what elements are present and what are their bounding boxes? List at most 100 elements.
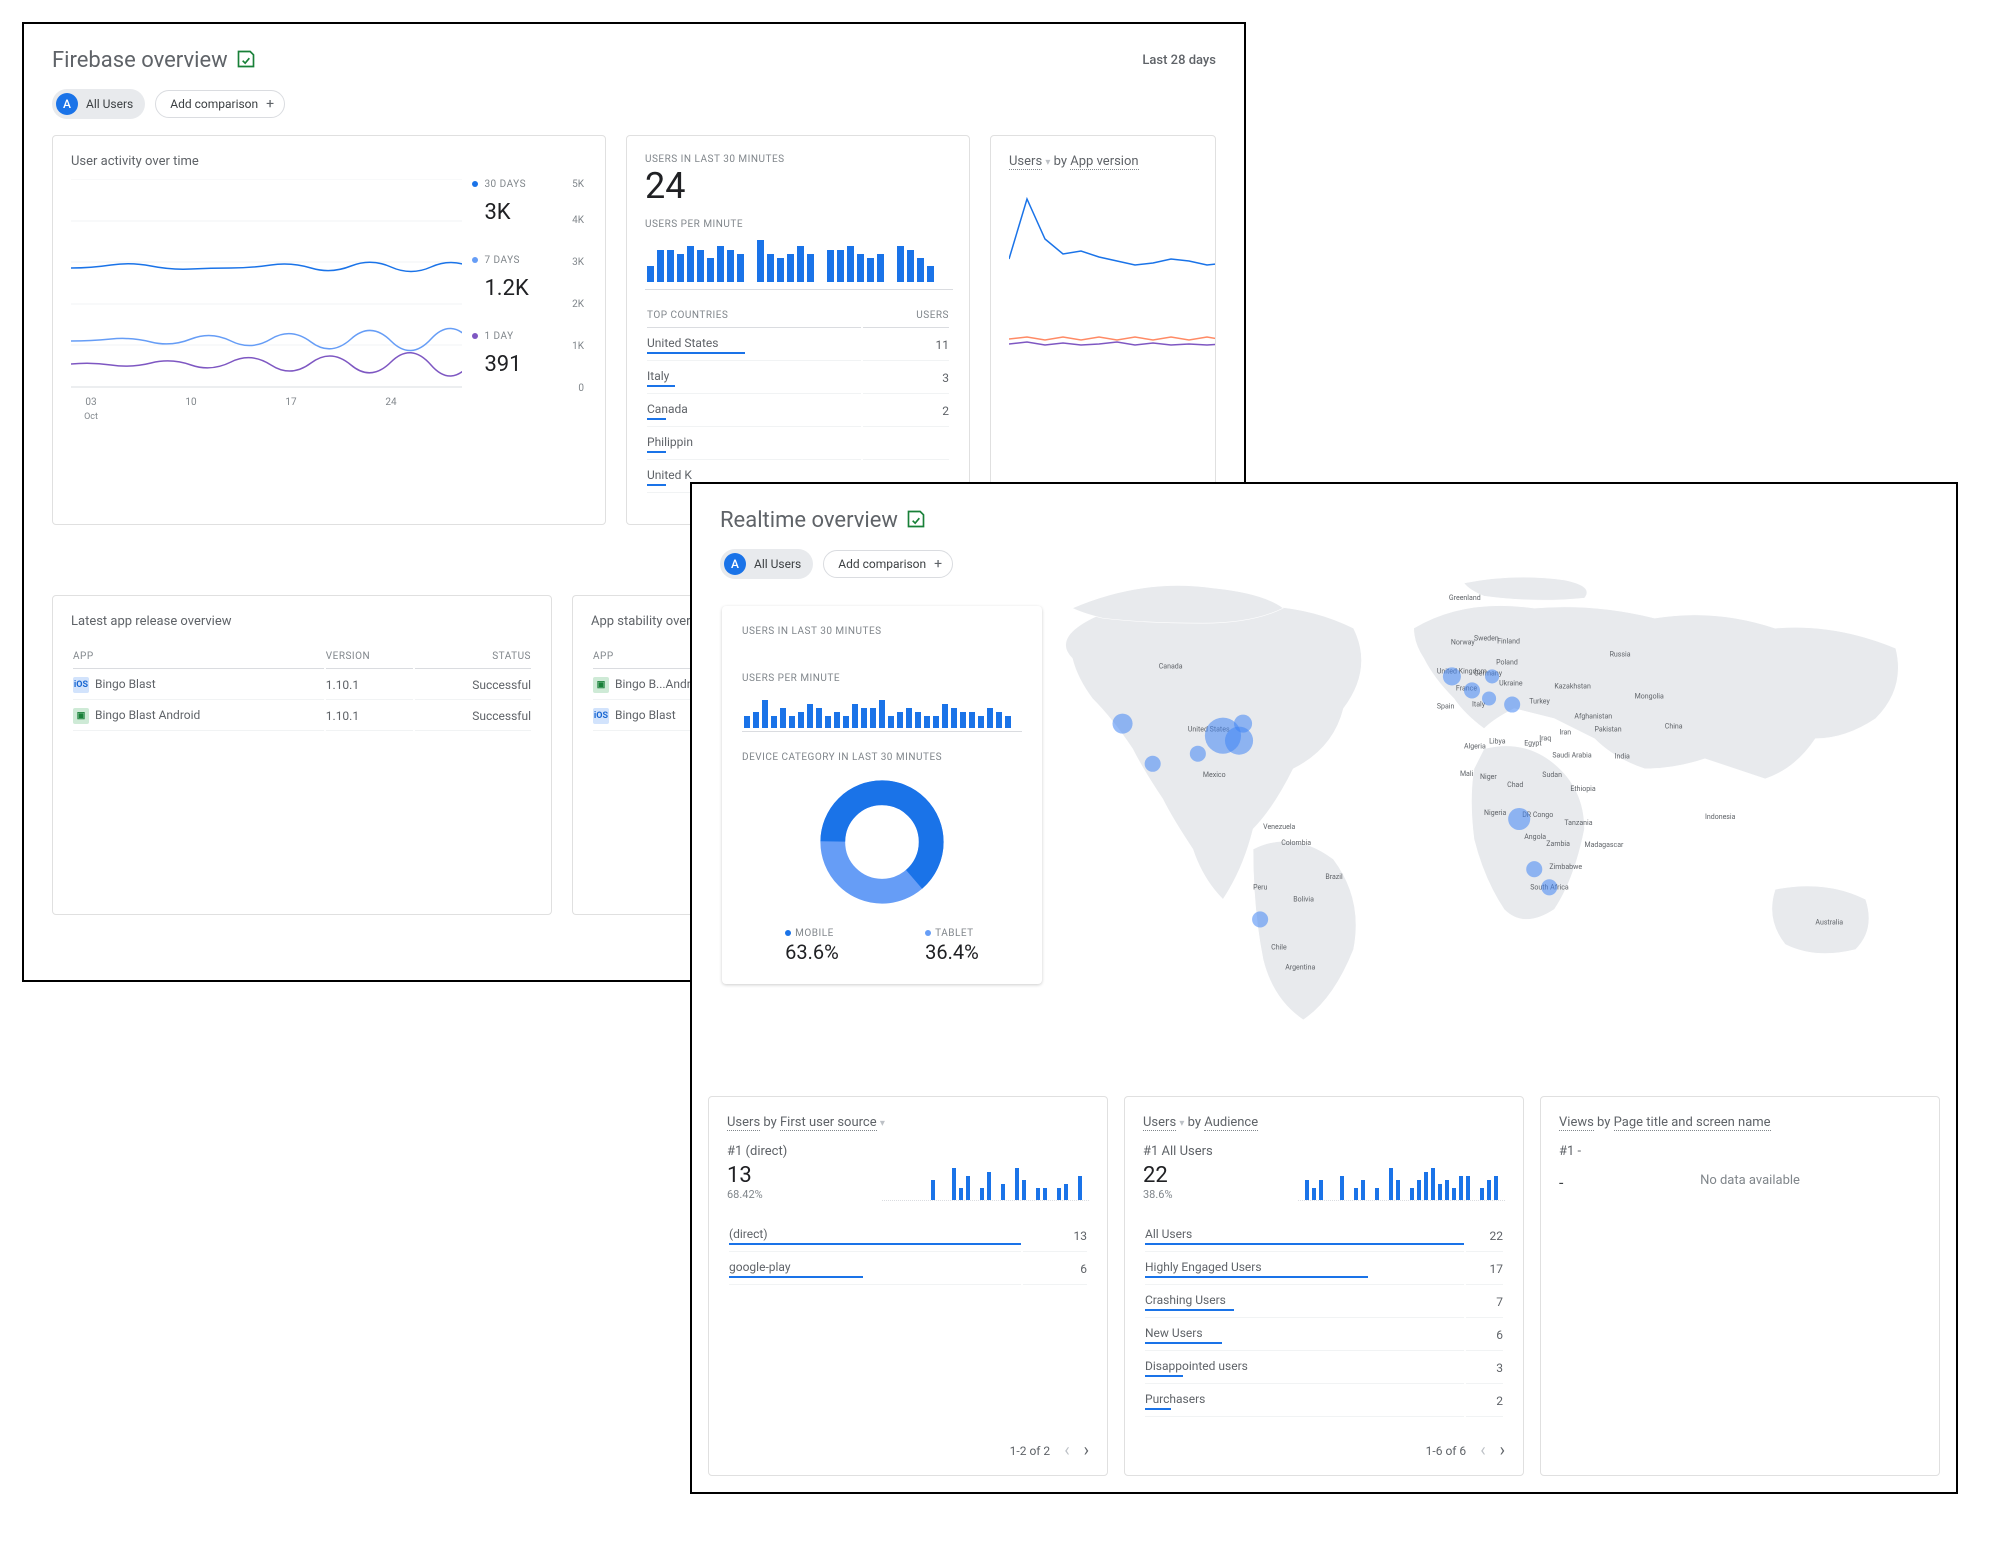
svg-text:Saudi Arabia: Saudi Arabia <box>1552 751 1592 760</box>
activity-line-chart: 03 Oct 10 17 24 <box>71 179 462 429</box>
release-table: APPVERSIONSTATUS iOSBingo Blast1.10.1Suc… <box>71 649 533 733</box>
legend-7-days: 7 DAYS 1.2K <box>472 255 558 301</box>
table-row[interactable]: Italy3 <box>647 363 949 394</box>
world-map[interactable]: CanadaUnited StatesMexico VenezuelaColom… <box>992 504 1956 1134</box>
firebase-header: Firebase overview Last 28 days <box>24 24 1244 89</box>
next-page-icon[interactable]: › <box>1500 1440 1505 1461</box>
segment-badge: A <box>724 553 746 575</box>
table-row[interactable]: United States11 <box>647 330 949 361</box>
realtime-summary-card: USERS IN LAST 30 MINUTES USERS PER MINUT… <box>722 606 1042 984</box>
svg-text:Canada: Canada <box>1159 661 1183 670</box>
svg-text:Zambia: Zambia <box>1546 839 1570 848</box>
svg-text:Libya: Libya <box>1489 737 1506 746</box>
svg-text:Nigeria: Nigeria <box>1484 808 1506 817</box>
svg-text:Kazakhstan: Kazakhstan <box>1554 681 1591 690</box>
svg-text:Mexico: Mexico <box>1203 770 1226 779</box>
table-row[interactable]: Philippin <box>647 429 949 460</box>
table-row[interactable]: Canada2 <box>647 396 949 427</box>
table-row[interactable]: New Users6 <box>1145 1320 1503 1351</box>
views-by-page-card: Views by Page title and screen name #1 -… <box>1540 1096 1940 1476</box>
svg-text:Chad: Chad <box>1507 780 1523 789</box>
page-title: Realtime overview <box>720 508 898 533</box>
svg-text:Russia: Russia <box>1610 649 1631 658</box>
user-activity-card: User activity over time 03 Oct 10 17 24 … <box>52 135 606 525</box>
table-row[interactable]: (direct)13 <box>729 1221 1087 1252</box>
svg-text:Egypt: Egypt <box>1524 739 1542 748</box>
svg-text:5K: 5K <box>572 179 585 190</box>
pager: 1-2 of 2 ‹ › <box>1010 1440 1089 1461</box>
svg-text:Madagascar: Madagascar <box>1584 840 1624 849</box>
top-countries-table: TOP COUNTRIESUSERS United States11 Italy… <box>645 308 951 495</box>
prev-page-icon[interactable]: ‹ <box>1064 1440 1069 1461</box>
table-row[interactable]: ▣Bingo Blast Android1.10.1Successful <box>73 702 531 731</box>
svg-text:Zimbabwe: Zimbabwe <box>1549 862 1582 871</box>
users-30-value: 24 <box>645 165 951 207</box>
svg-text:24: 24 <box>385 397 397 408</box>
svg-text:17: 17 <box>285 397 297 408</box>
svg-text:Tanzania: Tanzania <box>1564 818 1592 827</box>
svg-text:Pakistan: Pakistan <box>1595 725 1622 734</box>
add-comparison-button[interactable]: Add comparison + <box>823 550 953 578</box>
svg-text:Afghanistan: Afghanistan <box>1574 712 1612 721</box>
audience-sparkline <box>1298 1159 1505 1201</box>
page-title: Firebase overview <box>52 48 228 73</box>
table-row[interactable]: iOSBingo Blast1.10.1Successful <box>73 671 531 700</box>
plus-icon: + <box>266 96 274 112</box>
svg-text:Colombia: Colombia <box>1281 838 1311 847</box>
users-by-source-card: Users by First user source ▾ #1 (direct)… <box>708 1096 1108 1476</box>
table-row[interactable]: google-play6 <box>729 1254 1087 1285</box>
svg-text:Spain: Spain <box>1437 702 1455 711</box>
svg-text:Greenland: Greenland <box>1449 593 1481 602</box>
table-row[interactable]: Highly Engaged Users17 <box>1145 1254 1503 1285</box>
svg-text:Ukraine: Ukraine <box>1499 678 1523 687</box>
svg-text:Brazil: Brazil <box>1325 872 1343 881</box>
android-icon: ▣ <box>593 677 609 693</box>
svg-text:Australia: Australia <box>1815 917 1843 926</box>
svg-text:Turkey: Turkey <box>1529 697 1550 706</box>
table-row[interactable]: Disappointed users3 <box>1145 1353 1503 1384</box>
table-row[interactable]: Purchasers2 <box>1145 1386 1503 1417</box>
card-title: Users ▾ by App version <box>1009 154 1197 169</box>
svg-text:China: China <box>1665 722 1683 731</box>
svg-text:2K: 2K <box>572 299 585 310</box>
add-comparison-button[interactable]: Add comparison + <box>155 90 285 118</box>
save-report-icon[interactable] <box>906 509 926 533</box>
chevron-down-icon[interactable]: ▾ <box>1179 1118 1184 1129</box>
svg-text:Chile: Chile <box>1271 943 1287 952</box>
svg-text:03: 03 <box>85 397 96 408</box>
users-per-minute-chart <box>742 690 1022 732</box>
svg-text:3K: 3K <box>572 257 585 268</box>
table-row[interactable]: All Users22 <box>1145 1221 1503 1252</box>
svg-text:Indonesia: Indonesia <box>1705 812 1736 821</box>
plus-icon: + <box>934 556 942 572</box>
ios-icon: iOS <box>73 677 89 693</box>
users-last-30-card: USERS IN LAST 30 MINUTES 24 USERS PER MI… <box>626 135 970 525</box>
date-range-selector[interactable]: Last 28 days <box>1142 53 1216 68</box>
svg-text:Mongolia: Mongolia <box>1635 692 1664 701</box>
svg-text:0: 0 <box>579 383 585 394</box>
svg-text:Bolivia: Bolivia <box>1293 894 1314 903</box>
svg-text:Iran: Iran <box>1559 728 1571 737</box>
svg-text:Norway: Norway <box>1451 637 1475 646</box>
svg-text:Oct: Oct <box>84 412 98 422</box>
prev-page-icon[interactable]: ‹ <box>1480 1440 1485 1461</box>
users-by-audience-card: Users ▾ by Audience #1 All Users 22 38.6… <box>1124 1096 1524 1476</box>
source-sparkline <box>882 1159 1089 1201</box>
svg-text:4K: 4K <box>572 215 585 226</box>
segment-chip-all-users[interactable]: A All Users <box>720 549 813 579</box>
svg-text:Poland: Poland <box>1496 657 1518 666</box>
latest-release-card: Latest app release overview APPVERSIONST… <box>52 595 552 915</box>
svg-text:Algeria: Algeria <box>1464 742 1486 751</box>
save-report-icon[interactable] <box>236 49 256 73</box>
table-row[interactable]: Crashing Users7 <box>1145 1287 1503 1318</box>
legend-1-day: 1 DAY 391 <box>472 331 558 377</box>
donut-legend-mobile: MOBILE 63.6% <box>785 921 839 964</box>
chevron-down-icon[interactable]: ▾ <box>880 1118 885 1129</box>
segment-chip-all-users[interactable]: A All Users <box>52 89 145 119</box>
legend-30-days: 30 DAYS 3K <box>472 179 558 225</box>
segment-label: All Users <box>86 97 133 111</box>
svg-text:Mali: Mali <box>1460 769 1474 778</box>
svg-text:Niger: Niger <box>1480 772 1497 781</box>
android-icon: ▣ <box>73 708 89 724</box>
next-page-icon[interactable]: › <box>1084 1440 1089 1461</box>
